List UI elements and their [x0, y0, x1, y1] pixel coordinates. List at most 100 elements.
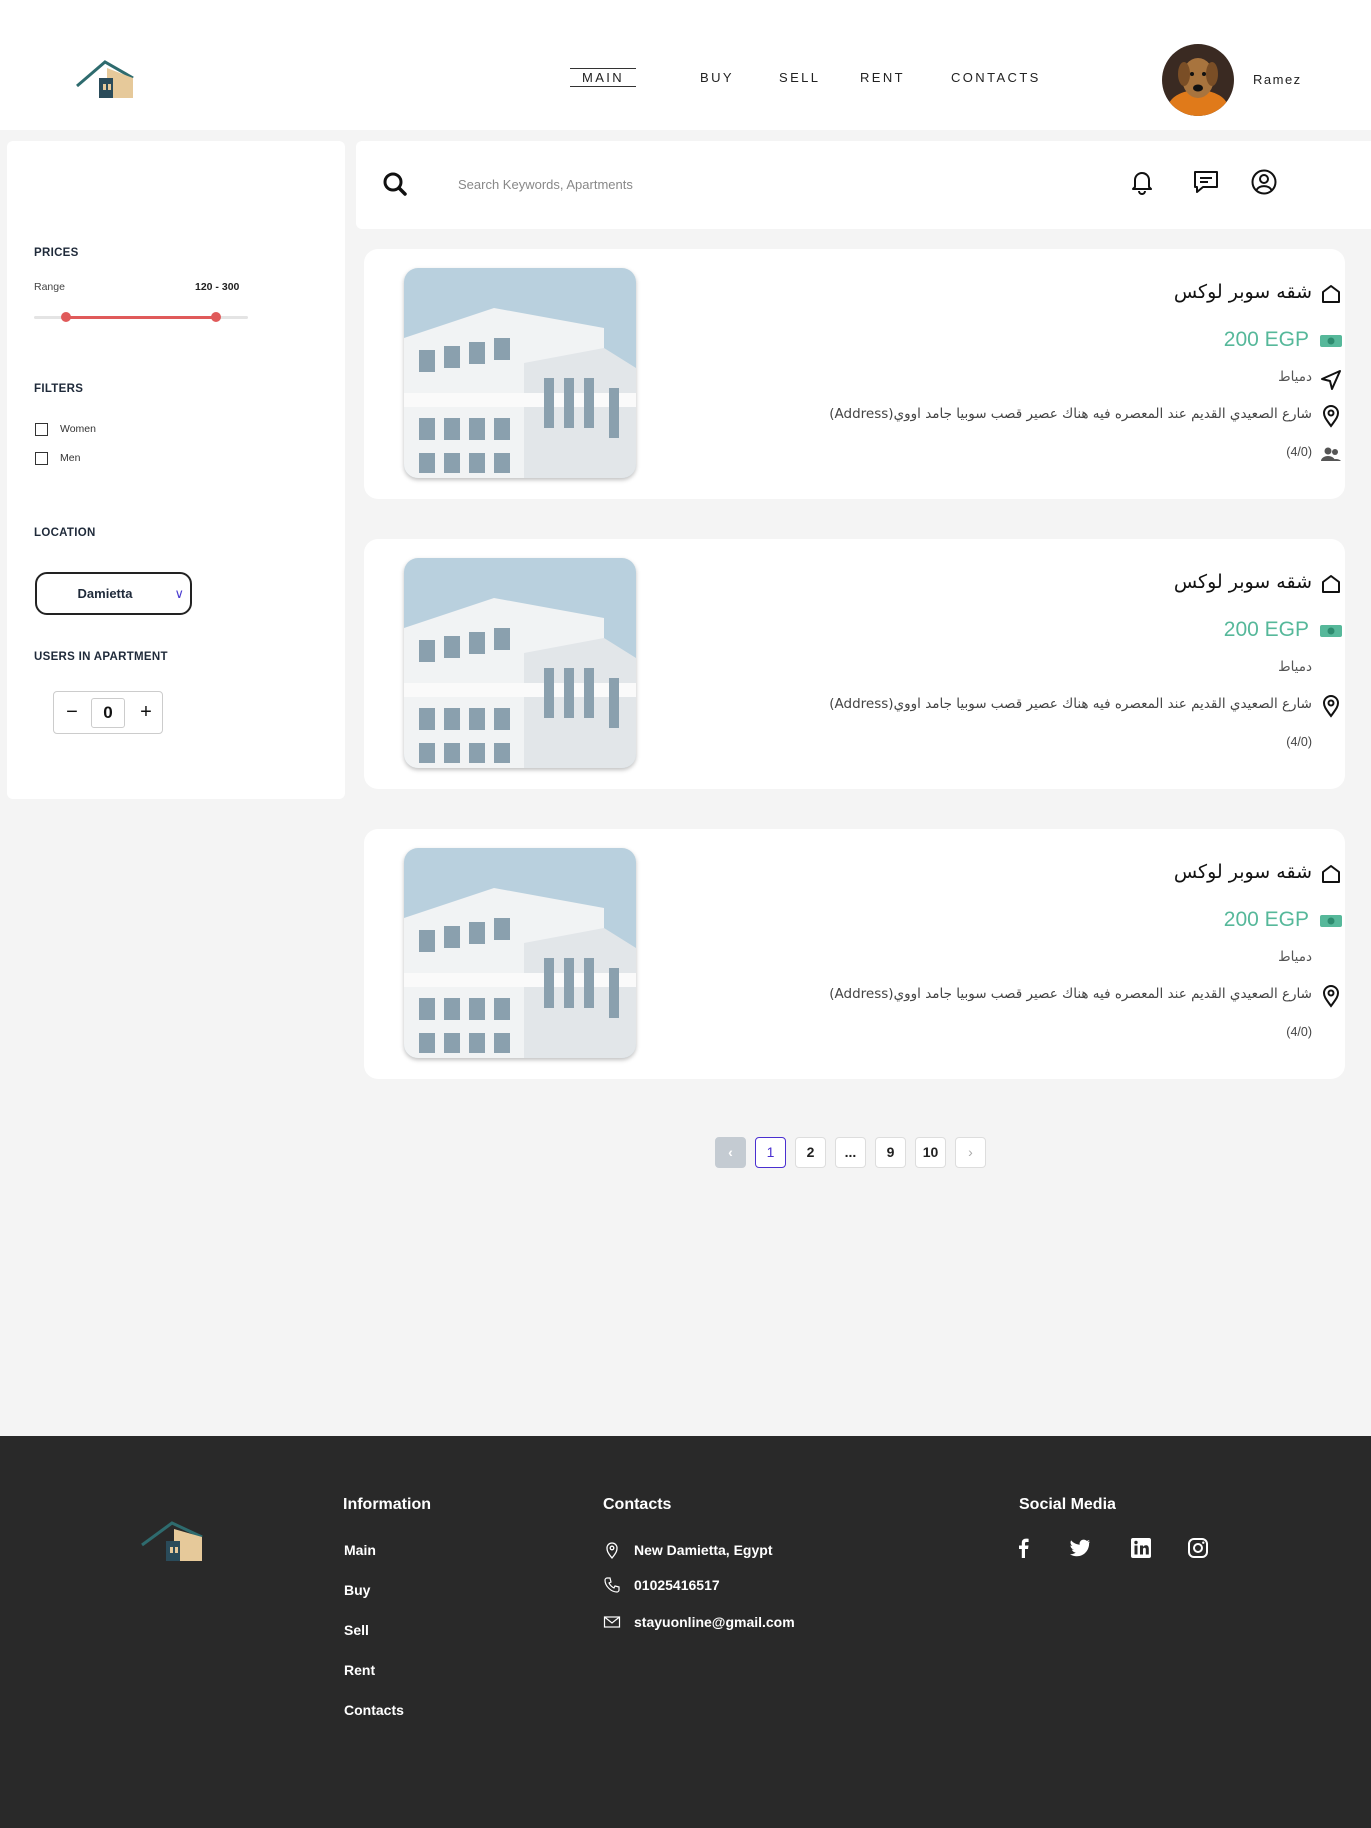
footer-link-main[interactable]: Main: [344, 1542, 376, 1558]
footer-link-rent[interactable]: Rent: [344, 1662, 375, 1678]
footer-phone[interactable]: 01025416517: [603, 1575, 720, 1595]
house-icon: [1322, 865, 1340, 883]
location-title: LOCATION: [34, 527, 96, 539]
location-pin-icon: [1322, 695, 1340, 718]
listing-title[interactable]: شقه سوبر لوكس: [1174, 571, 1312, 593]
users-count[interactable]: 0: [91, 698, 125, 728]
listing-card[interactable]: شقه سوبر لوكس 200 EGP دمياط شارع الصعيدي…: [364, 539, 1345, 789]
filter-women[interactable]: Women: [35, 421, 96, 437]
email-text: stayuonline@gmail.com: [634, 1614, 795, 1630]
listing-address: شارع الصعيدي القديم عند المعصره فيه هناك…: [829, 406, 1312, 422]
search-icon[interactable]: [382, 171, 408, 197]
prev-page-button[interactable]: ‹: [715, 1137, 746, 1168]
price-range-fill: [66, 316, 216, 319]
men-checkbox[interactable]: [35, 451, 48, 465]
twitter-icon[interactable]: [1068, 1536, 1092, 1560]
range-value: 120 - 300: [195, 281, 240, 293]
users-title: USERS IN APARTMENT: [34, 651, 168, 663]
logo-icon[interactable]: [75, 58, 135, 100]
footer-logo-icon[interactable]: [140, 1519, 204, 1561]
site-header: MAIN BUY SELL RENT CONTACTS Ramez: [0, 0, 1371, 130]
listing-address: شارع الصعيدي القديم عند المعصره فيه هناك…: [829, 986, 1312, 1002]
listing-title[interactable]: شقه سوبر لوكس: [1174, 861, 1312, 883]
money-icon: [1320, 915, 1342, 927]
filter-men[interactable]: Men: [35, 450, 80, 466]
price-range-max-handle[interactable]: [210, 312, 221, 322]
information-title: Information: [343, 1496, 431, 1513]
house-icon: [1322, 575, 1340, 593]
filters-title: FILTERS: [34, 383, 84, 395]
facebook-icon[interactable]: [1012, 1536, 1036, 1560]
listing-city: دمياط: [1278, 949, 1312, 965]
house-icon: [1322, 285, 1340, 303]
money-icon: [1320, 625, 1342, 637]
range-label: Range: [34, 281, 65, 293]
address-text: New Damietta, Egypt: [634, 1542, 773, 1558]
nav-buy[interactable]: BUY: [700, 70, 734, 85]
location-pin-icon: [606, 1542, 618, 1559]
footer-address: New Damietta, Egypt: [603, 1540, 772, 1560]
money-icon: [1320, 335, 1342, 347]
username[interactable]: Ramez: [1253, 72, 1302, 87]
page-1-button[interactable]: 1: [755, 1137, 786, 1168]
search-input[interactable]: [458, 171, 1038, 197]
site-footer: Information Main Buy Sell Rent Contacts …: [0, 1436, 1371, 1828]
instagram-icon[interactable]: [1186, 1536, 1210, 1560]
linkedin-icon[interactable]: [1129, 1536, 1153, 1560]
listing-card[interactable]: شقه سوبر لوكس 200 EGP دمياط شارع الصعيدي…: [364, 829, 1345, 1079]
apartment-image[interactable]: [404, 848, 636, 1058]
avatar[interactable]: [1162, 44, 1234, 116]
listing-title[interactable]: شقه سوبر لوكس: [1174, 281, 1312, 303]
message-icon[interactable]: [1192, 168, 1220, 196]
listing-users: (4/0): [1286, 735, 1312, 749]
search-bar: [356, 141, 1371, 229]
women-checkbox[interactable]: [35, 422, 48, 436]
location-value: Damietta: [77, 586, 133, 601]
page-ellipsis: ...: [835, 1137, 866, 1168]
listing-price: 200 EGP: [1223, 618, 1309, 641]
footer-link-contacts[interactable]: Contacts: [344, 1702, 404, 1718]
location-select[interactable]: Damietta ∨: [35, 572, 192, 615]
location-pin-icon: [1322, 985, 1340, 1008]
prices-title: PRICES: [34, 247, 79, 259]
listing-city: دمياط: [1278, 659, 1312, 675]
page-9-button[interactable]: 9: [875, 1137, 906, 1168]
next-page-button[interactable]: ›: [955, 1137, 986, 1168]
listing-card[interactable]: شقه سوبر لوكس 200 EGP دمياط شارع الصعيدي…: [364, 249, 1345, 499]
listing-address: شارع الصعيدي القديم عند المعصره فيه هناك…: [829, 696, 1312, 712]
user-circle-icon[interactable]: [1250, 168, 1278, 196]
decrement-button[interactable]: −: [60, 700, 84, 724]
filter-sidebar: PRICES Range 120 - 300 FILTERS Women Men…: [7, 141, 345, 799]
increment-button[interactable]: +: [134, 700, 158, 724]
users-stepper: − 0 +: [53, 691, 163, 734]
women-label: Women: [60, 423, 96, 435]
apartment-image[interactable]: [404, 268, 636, 478]
location-pin-icon: [1322, 405, 1340, 428]
send-icon: [1321, 370, 1341, 390]
listing-price: 200 EGP: [1223, 328, 1309, 351]
users-icon: [1321, 447, 1341, 461]
apartment-image[interactable]: [404, 558, 636, 768]
phone-text: 01025416517: [634, 1577, 720, 1593]
nav-contacts[interactable]: CONTACTS: [951, 70, 1041, 85]
footer-link-sell[interactable]: Sell: [344, 1622, 369, 1638]
contacts-title: Contacts: [603, 1496, 672, 1513]
footer-email[interactable]: stayuonline@gmail.com: [603, 1612, 795, 1632]
bell-icon[interactable]: [1128, 168, 1156, 196]
price-range-min-handle[interactable]: [61, 312, 72, 322]
nav-sell[interactable]: SELL: [779, 70, 820, 85]
listing-price: 200 EGP: [1223, 908, 1309, 931]
footer-link-buy[interactable]: Buy: [344, 1582, 370, 1598]
phone-icon: [604, 1577, 620, 1593]
page-10-button[interactable]: 10: [915, 1137, 946, 1168]
listing-city: دمياط: [1278, 369, 1312, 385]
men-label: Men: [60, 452, 81, 464]
listing-users: (4/0): [1286, 1025, 1312, 1039]
listing-users: (4/0): [1286, 445, 1312, 459]
social-media-title: Social Media: [1019, 1496, 1116, 1513]
nav-rent[interactable]: RENT: [860, 70, 905, 85]
nav-main[interactable]: MAIN: [570, 68, 637, 87]
chevron-down-icon: ∨: [174, 586, 184, 601]
page-2-button[interactable]: 2: [795, 1137, 826, 1168]
avatar-image: [1162, 44, 1234, 116]
